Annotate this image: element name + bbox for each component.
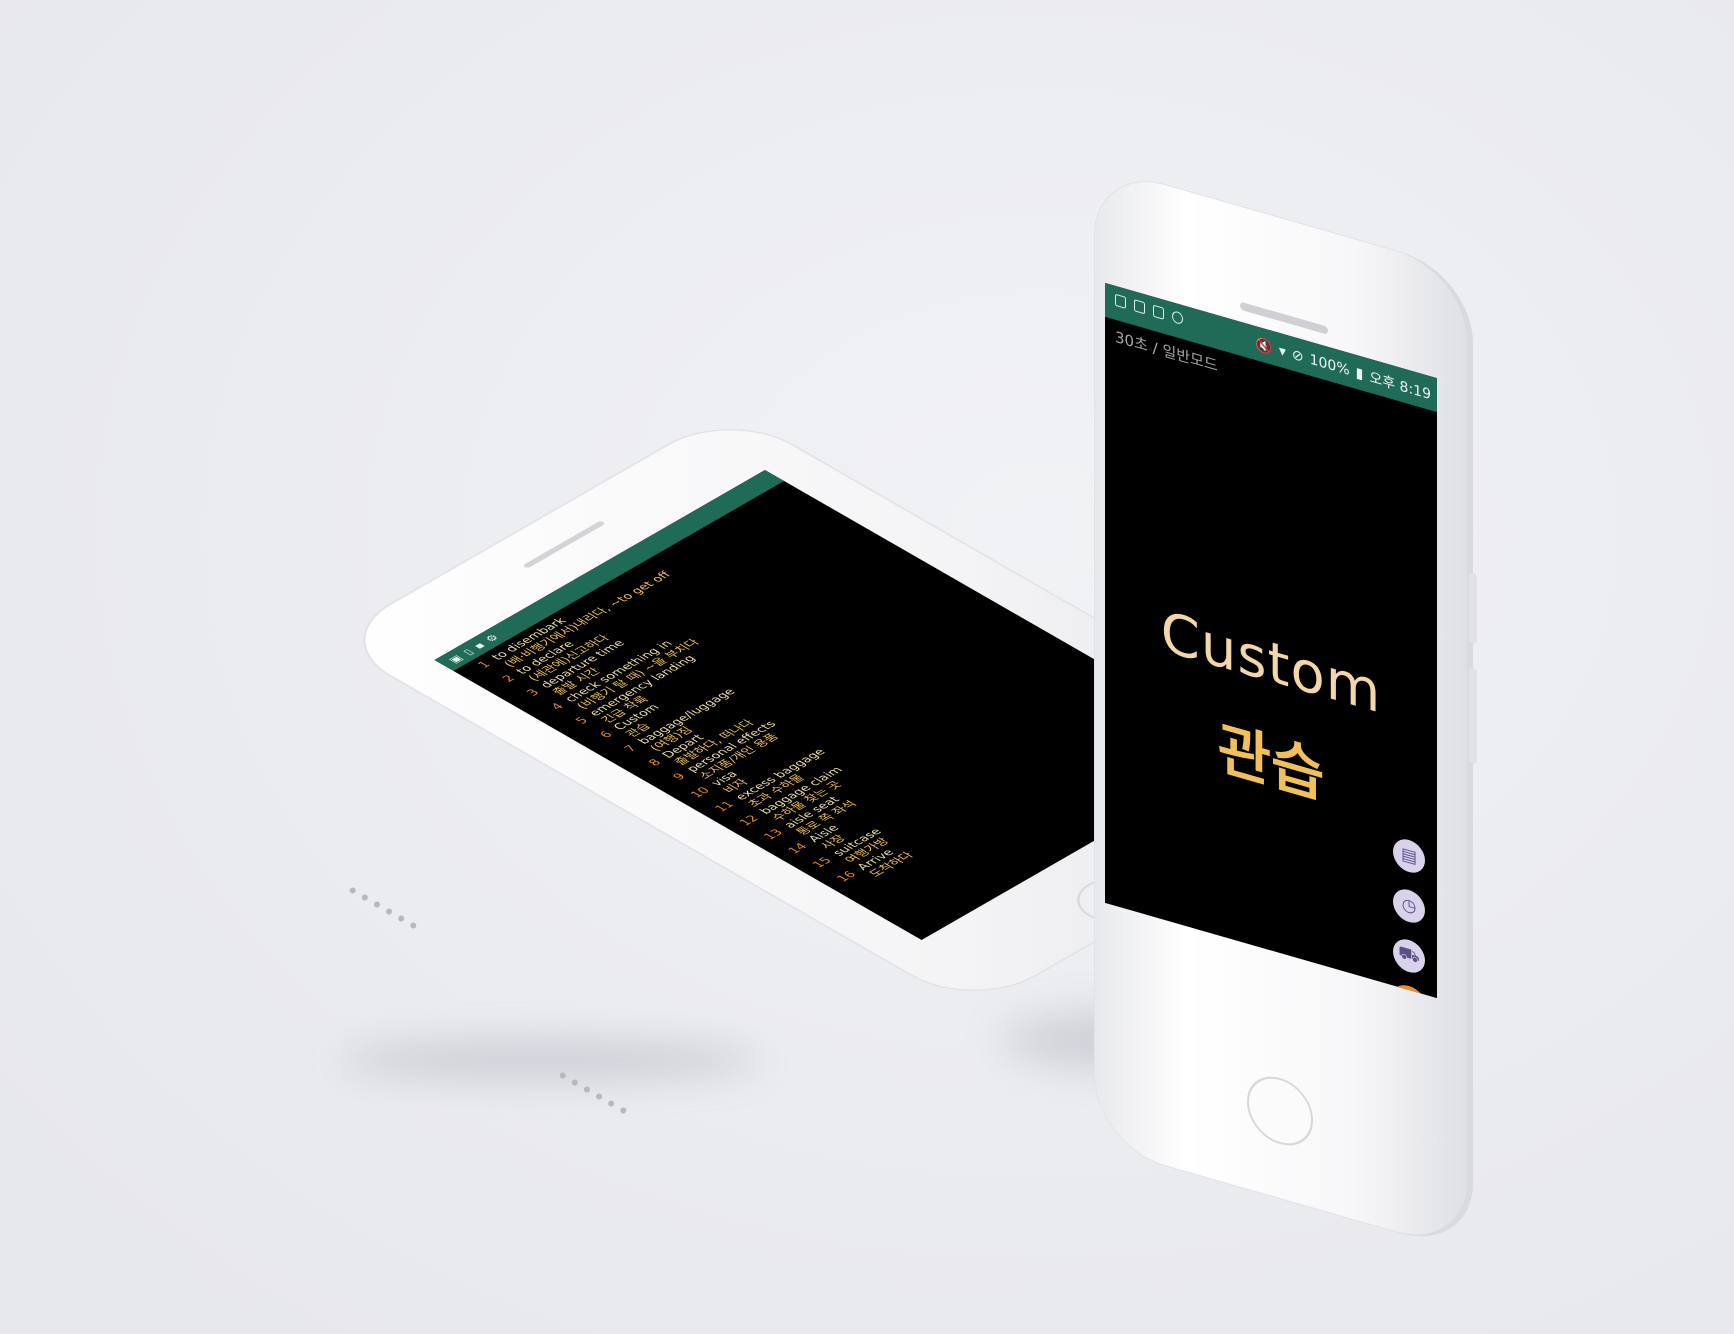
battery-icon: ▮ bbox=[1355, 364, 1364, 383]
status-time: 오후 8:19 bbox=[1369, 369, 1431, 404]
standing-phone: 🔇 ▾ ⊘ 100% ▮ 오후 8:19 30초 / 일반모드 Custom 관… bbox=[1095, 165, 1477, 1252]
scene: ▣ ▯ ▪ ⚙ 1 to disembark (배·비행기에서)내리다, ~to g… bbox=[0, 0, 1734, 1334]
volume-up-button[interactable] bbox=[1469, 572, 1477, 645]
sim-icon bbox=[1134, 299, 1145, 315]
battery-percent: 100% bbox=[1309, 351, 1350, 380]
speaker-grille-left bbox=[348, 886, 418, 930]
blocked-icon: ⊘ bbox=[1291, 346, 1304, 366]
close-icon: ✕ bbox=[1399, 988, 1419, 998]
sim-icon: ▯ bbox=[459, 647, 477, 657]
close-button[interactable]: ✕ bbox=[1390, 980, 1428, 999]
volume-down-button[interactable] bbox=[1469, 667, 1477, 765]
status-left-icons bbox=[1115, 293, 1183, 326]
save-icon: ▪ bbox=[470, 640, 488, 651]
settings-icon: ⚙ bbox=[481, 632, 502, 644]
car-icon: ⛟ bbox=[1398, 941, 1420, 969]
lying-phone-shadow bbox=[340, 1040, 760, 1080]
wifi-icon: ▾ bbox=[1278, 342, 1286, 361]
status-right: 🔇 ▾ ⊘ 100% ▮ 오후 8:19 bbox=[1255, 334, 1431, 404]
clock-icon: ◷ bbox=[1401, 893, 1417, 919]
car-button[interactable]: ⛟ bbox=[1393, 935, 1425, 977]
standing-phone-screen: 🔇 ▾ ⊘ 100% ▮ 오후 8:19 30초 / 일반모드 Custom 관… bbox=[1105, 282, 1437, 999]
settings-icon bbox=[1172, 310, 1183, 326]
gallery-icon bbox=[1115, 293, 1126, 309]
document-icon: ▤ bbox=[1400, 843, 1418, 869]
mute-icon: 🔇 bbox=[1255, 335, 1273, 357]
home-button[interactable] bbox=[1247, 1068, 1313, 1154]
timer-button[interactable]: ◷ bbox=[1393, 885, 1425, 927]
gallery-icon: ▣ bbox=[445, 653, 466, 665]
lying-phone-speaker bbox=[522, 520, 606, 569]
save-icon bbox=[1153, 304, 1164, 320]
